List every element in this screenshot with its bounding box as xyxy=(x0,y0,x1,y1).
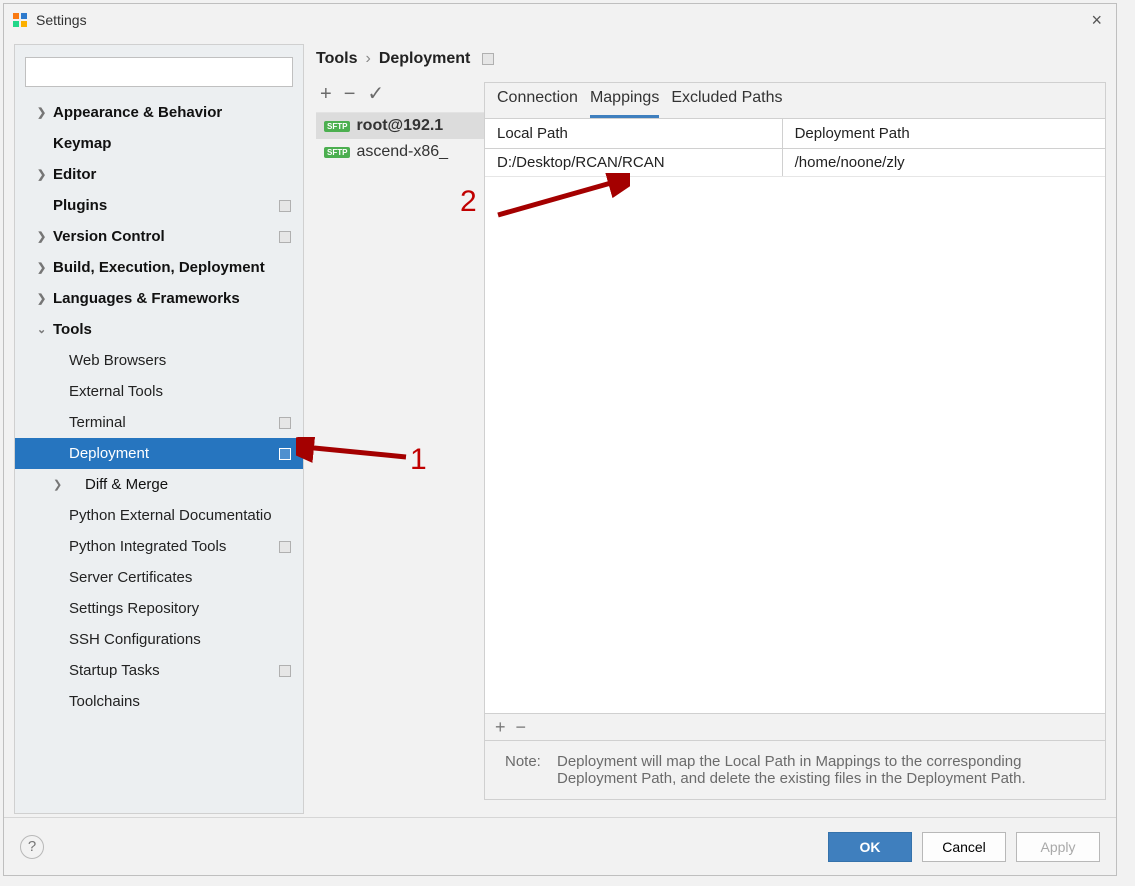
cell-local-path[interactable]: D:/Desktop/RCAN/RCAN xyxy=(485,149,783,176)
header-deployment-path: Deployment Path xyxy=(783,119,1105,148)
main-panel: Tools › Deployment + − ✓ SFTP root@192.1 xyxy=(316,44,1106,817)
settings-tree: ❯Appearance & Behavior Keymap ❯Editor Pl… xyxy=(15,97,303,717)
tree-editor[interactable]: ❯Editor xyxy=(15,159,303,190)
mapping-toolbar: + − xyxy=(485,713,1105,741)
config-badge-icon xyxy=(279,665,291,677)
config-badge-icon xyxy=(279,200,291,212)
config-badge-icon xyxy=(279,541,291,553)
breadcrumb-deployment: Deployment xyxy=(379,50,471,68)
tree-diff-merge[interactable]: ❯Diff & Merge xyxy=(15,469,303,500)
sftp-icon: SFTP xyxy=(324,147,350,158)
chevron-right-icon: ❯ xyxy=(37,261,46,274)
tree-startup-tasks[interactable]: Startup Tasks xyxy=(15,655,303,686)
app-logo-icon xyxy=(12,12,28,28)
config-badge-icon xyxy=(279,417,291,429)
tree-lang[interactable]: ❯Languages & Frameworks xyxy=(15,283,303,314)
remove-server-button[interactable]: − xyxy=(344,84,356,104)
tree-settings-repo[interactable]: Settings Repository xyxy=(15,593,303,624)
ok-button[interactable]: OK xyxy=(828,832,912,862)
tab-mappings[interactable]: Mappings xyxy=(590,89,659,118)
sftp-icon: SFTP xyxy=(324,121,350,132)
tree-server-certs[interactable]: Server Certificates xyxy=(15,562,303,593)
tree-terminal[interactable]: Terminal xyxy=(15,407,303,438)
server-list: SFTP root@192.1 SFTP ascend-x86_ xyxy=(316,112,484,800)
table-row[interactable]: D:/Desktop/RCAN/RCAN /home/noone/zly xyxy=(485,149,1105,177)
chevron-right-icon: ❯ xyxy=(37,168,46,181)
tree-deployment[interactable]: Deployment xyxy=(15,438,303,469)
apply-button[interactable]: Apply xyxy=(1016,832,1100,862)
table-header: Local Path Deployment Path xyxy=(485,119,1105,149)
tree-web-browsers[interactable]: Web Browsers xyxy=(15,345,303,376)
server-toolbar: + − ✓ xyxy=(316,82,484,112)
dialog-footer: ? OK Cancel Apply xyxy=(4,817,1116,875)
server-item-root[interactable]: SFTP root@192.1 xyxy=(316,113,484,139)
mappings-table: Local Path Deployment Path D:/Desktop/RC… xyxy=(485,118,1105,177)
tree-build[interactable]: ❯Build, Execution, Deployment xyxy=(15,252,303,283)
cancel-button[interactable]: Cancel xyxy=(922,832,1006,862)
add-server-button[interactable]: + xyxy=(320,84,332,104)
tree-ssh-conf[interactable]: SSH Configurations xyxy=(15,624,303,655)
tree-keymap[interactable]: Keymap xyxy=(15,128,303,159)
header-local-path: Local Path xyxy=(485,119,783,148)
window-title: Settings xyxy=(36,12,87,28)
config-badge-icon xyxy=(279,231,291,243)
chevron-right-icon: ❯ xyxy=(53,478,62,491)
tabs: Connection Mappings Excluded Paths xyxy=(485,82,1105,118)
tree-tools[interactable]: ⌄Tools xyxy=(15,314,303,345)
tab-connection[interactable]: Connection xyxy=(497,89,578,118)
tree-plugins[interactable]: Plugins xyxy=(15,190,303,221)
chevron-right-icon: ❯ xyxy=(37,230,46,243)
note-label: Note: xyxy=(505,753,549,787)
tree-toolchains[interactable]: Toolchains xyxy=(15,686,303,717)
server-list-pane: + − ✓ SFTP root@192.1 SFTP ascend-x86_ xyxy=(316,82,484,800)
server-item-ascend[interactable]: SFTP ascend-x86_ xyxy=(316,139,484,165)
help-button[interactable]: ? xyxy=(20,835,44,859)
chevron-right-icon: ❯ xyxy=(37,292,46,305)
table-empty-area xyxy=(485,177,1105,713)
tree-py-int-tools[interactable]: Python Integrated Tools xyxy=(15,531,303,562)
chevron-down-icon: ⌄ xyxy=(37,323,46,336)
titlebar: Settings × xyxy=(4,4,1116,36)
detail-pane: Connection Mappings Excluded Paths Local… xyxy=(484,82,1106,800)
tree-vcs[interactable]: ❯Version Control xyxy=(15,221,303,252)
add-mapping-button[interactable]: + xyxy=(495,717,506,738)
set-default-button[interactable]: ✓ xyxy=(367,84,384,104)
tab-excluded[interactable]: Excluded Paths xyxy=(671,89,782,118)
tree-py-ext-doc[interactable]: Python External Documentatio xyxy=(15,500,303,531)
search-input[interactable] xyxy=(25,57,293,87)
settings-dialog: Settings × 🔍 ❯Appearance & Behavior Keym… xyxy=(3,3,1117,876)
note: Note: Deployment will map the Local Path… xyxy=(485,741,1105,799)
settings-sidebar: 🔍 ❯Appearance & Behavior Keymap ❯Editor … xyxy=(14,44,304,814)
config-badge-icon xyxy=(482,53,494,65)
remove-mapping-button[interactable]: − xyxy=(516,717,527,738)
close-icon[interactable]: × xyxy=(1085,10,1108,31)
config-badge-icon xyxy=(279,448,291,460)
tree-external-tools[interactable]: External Tools xyxy=(15,376,303,407)
tree-appearance[interactable]: ❯Appearance & Behavior xyxy=(15,97,303,128)
cell-deployment-path[interactable]: /home/noone/zly xyxy=(783,149,1105,176)
chevron-right-icon: › xyxy=(365,50,370,68)
breadcrumb: Tools › Deployment xyxy=(316,44,1106,82)
chevron-right-icon: ❯ xyxy=(37,106,46,119)
note-text: Deployment will map the Local Path in Ma… xyxy=(557,753,1085,787)
breadcrumb-tools[interactable]: Tools xyxy=(316,50,357,68)
